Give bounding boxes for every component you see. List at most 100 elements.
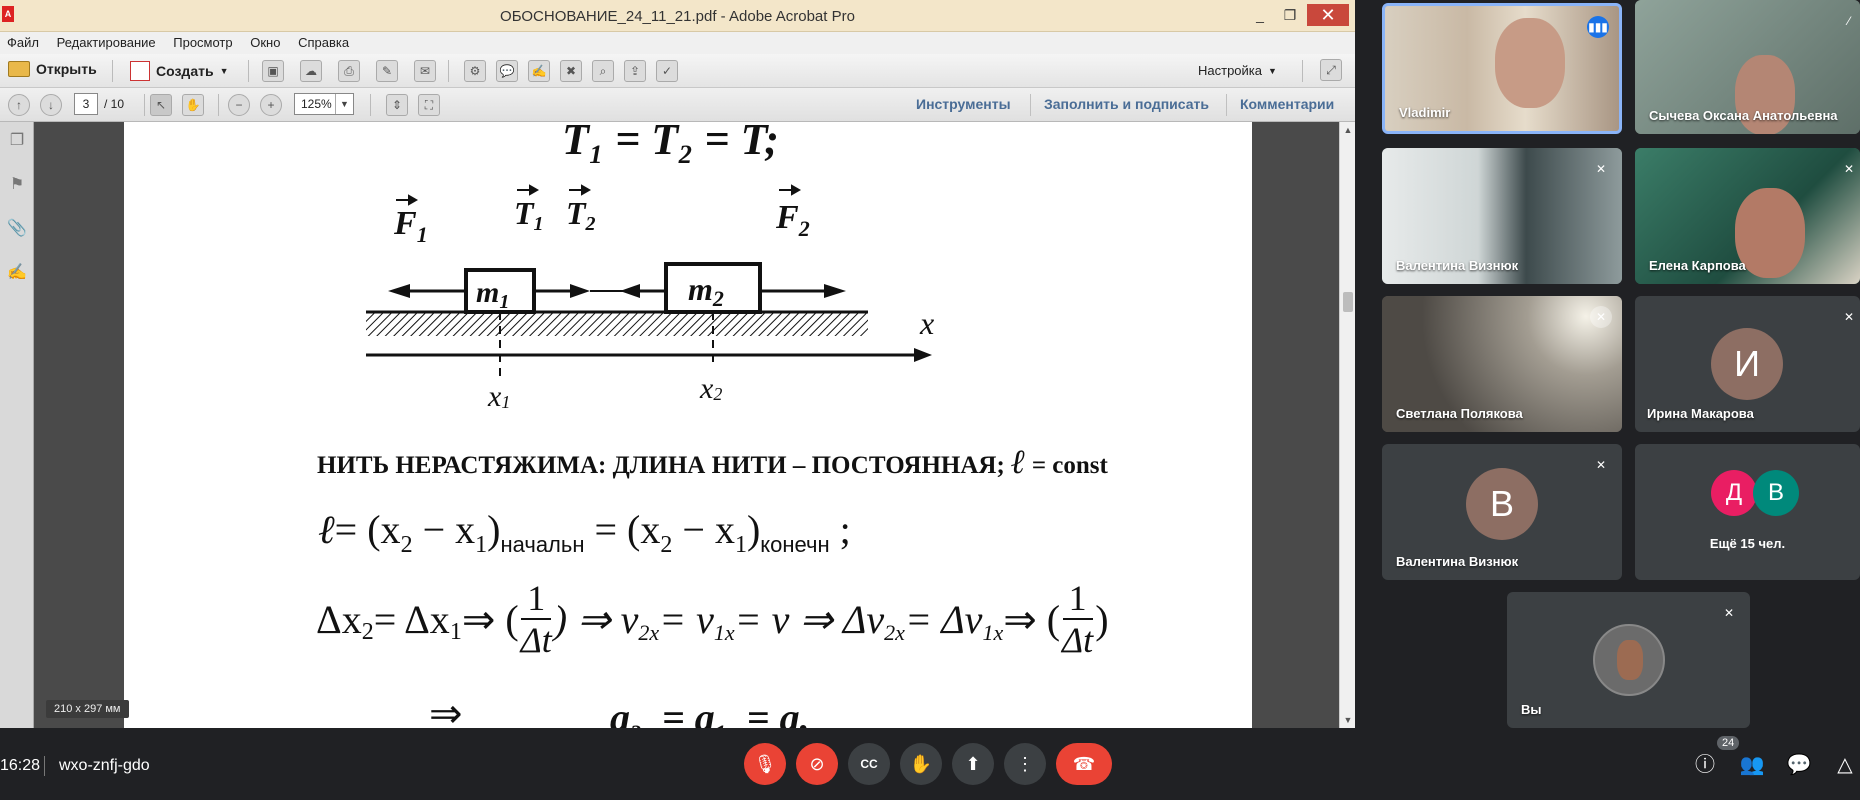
signatures-icon[interactable]: ✍ (7, 262, 27, 284)
menu-view[interactable]: Просмотр (166, 32, 239, 53)
highlight-icon[interactable]: ✍ (528, 60, 550, 82)
more-participants-tile[interactable]: Д В Ещё 15 чел. (1635, 444, 1860, 580)
camera-off-icon[interactable]: ⊘ (796, 743, 838, 785)
sign-icon[interactable]: ✓ (656, 60, 678, 82)
hand-tool-icon[interactable]: ✋ (182, 94, 204, 116)
fit-width-icon[interactable]: ⛶ (418, 94, 440, 116)
forces-diagram: F1 T1 T2 F2 m1 m2 x x1 x2 (366, 184, 934, 410)
comment-icon[interactable]: 💬 (496, 60, 518, 82)
zoom-out-icon[interactable]: − (228, 94, 250, 116)
tension-t2-symbol: T (566, 195, 587, 231)
participant-tile[interactable]: ✕ Светлана Полякова (1382, 296, 1622, 432)
x2-label: x2 (699, 372, 722, 405)
acrobat-window: A ОБОСНОВАНИЕ_24_11_21.pdf - Adobe Acrob… (0, 0, 1355, 728)
attachments-icon[interactable]: 📎 (7, 218, 27, 240)
pane-separator (1226, 94, 1227, 116)
page-size-tooltip: 210 x 297 мм (46, 700, 129, 718)
comments-pane-link[interactable]: Комментарии (1240, 96, 1334, 112)
fill-sign-pane-link[interactable]: Заполнить и подписать (1044, 96, 1209, 112)
zoom-in-icon[interactable]: + (260, 94, 282, 116)
save-icon[interactable]: ▣ (262, 60, 284, 82)
avatar: И (1711, 328, 1783, 400)
self-tile[interactable]: ✕ Вы (1507, 592, 1750, 728)
participant-count-badge: 24 (1717, 736, 1740, 750)
eq-delta-part: ⇒ ( (461, 596, 519, 642)
close-button[interactable]: ✕ (1307, 4, 1349, 26)
present-icon[interactable]: ⬆ (952, 743, 994, 785)
chat-icon[interactable]: 💬 (1786, 752, 1812, 778)
scroll-up-icon[interactable]: ▲ (1340, 122, 1355, 138)
participant-tile[interactable]: И ✕ Ирина Макарова (1635, 296, 1860, 432)
divider (44, 756, 45, 776)
menu-help[interactable]: Справка (291, 32, 356, 53)
eq-length-final: конечн (760, 532, 830, 557)
delta-equation: Δx 2 = Δx 1 ⇒ ( 1 Δt ) ⇒ v 2x = v 1x = v ⇒ Δ… (316, 578, 1109, 660)
tension-equation: T₁ = T₂ = T; (562, 122, 779, 164)
eq-delta-part: = v (659, 596, 714, 642)
gear-icon[interactable]: ⚙ (464, 60, 486, 82)
title-bar: A ОБОСНОВАНИЕ_24_11_21.pdf - Adobe Acrob… (0, 0, 1355, 32)
scroll-down-icon[interactable]: ▼ (1340, 712, 1355, 728)
eq-length-part: − x (672, 507, 735, 552)
export-icon[interactable]: ⇪ (624, 60, 646, 82)
participant-tile[interactable]: В ✕ Валентина Визнюк (1382, 444, 1622, 580)
participant-tile[interactable]: ▮▮▮ Vladimir (1382, 3, 1622, 134)
eq-length-part: ) (487, 507, 501, 552)
eq-delta-sub: 2x (884, 620, 905, 645)
eq-length-initial: начальн (500, 532, 585, 557)
person-silhouette (1495, 18, 1565, 108)
mail-icon[interactable]: ✉ (414, 60, 436, 82)
info-icon[interactable]: ⓘ (1692, 752, 1718, 778)
mic-off-icon: ✕ (1723, 606, 1735, 620)
menu-file[interactable]: Файл (0, 32, 46, 53)
participant-tile[interactable]: ✕ Валентина Визнюк (1382, 148, 1622, 284)
length-equation: ℓ= (x2 − x1)начальн = (x2 − x1)конечн ; (318, 506, 851, 559)
toolbar-separator (1302, 60, 1303, 82)
customize-dropdown[interactable]: Настройка ▼ (1198, 63, 1277, 78)
cloud-upload-icon[interactable]: ☁ (300, 60, 322, 82)
captions-icon[interactable]: CC (848, 743, 890, 785)
next-page-icon[interactable]: ↓ (40, 94, 62, 116)
raise-hand-icon[interactable]: ✋ (900, 743, 942, 785)
acceleration-equation: a2x = a1x = a. (610, 694, 810, 728)
more-vert-icon[interactable]: ⋮ (1004, 743, 1046, 785)
open-button[interactable]: Открыть (8, 61, 97, 77)
activities-icon[interactable]: △ (1832, 752, 1858, 778)
people-icon[interactable]: 👥 (1739, 752, 1765, 778)
create-pdf-icon (130, 61, 150, 81)
maximize-button[interactable]: ❐ (1275, 4, 1305, 26)
page-thumbnails-icon[interactable]: ❐ (7, 130, 27, 152)
menu-edit[interactable]: Редактирование (50, 32, 163, 53)
eq-accel-part: a (610, 695, 630, 728)
mic-off-icon[interactable]: 🎙 (744, 743, 786, 785)
customize-label: Настройка (1198, 63, 1262, 78)
select-cursor-icon[interactable]: ↖ (150, 94, 172, 116)
zoom-select[interactable]: 125% ▼ (294, 93, 354, 115)
scroll-thumb[interactable] (1343, 292, 1353, 312)
chevron-down-icon[interactable]: ▼ (335, 94, 353, 114)
meeting-code: wxo-znfj-gdo (59, 757, 150, 774)
mic-off-icon: ✕ (1843, 310, 1855, 324)
hangup-icon[interactable]: ☎ (1056, 743, 1112, 785)
participant-tile[interactable]: ✕ Елена Карпова (1635, 148, 1860, 284)
prev-page-icon[interactable]: ↑ (8, 94, 30, 116)
force-f1-subscript: 1 (417, 222, 428, 247)
vertical-scrollbar[interactable]: ▲ ▼ (1339, 122, 1355, 728)
print-icon[interactable]: ⎙ (338, 60, 360, 82)
participant-tile[interactable]: ⁄ Сычева Оксана Анатольевна (1635, 0, 1860, 134)
create-button[interactable]: Создать ▼ (130, 61, 229, 81)
eq-delta-sub: 1x (982, 620, 1004, 645)
fit-page-icon[interactable]: ⇕ (386, 94, 408, 116)
tools-pane-link[interactable]: Инструменты (916, 96, 1011, 112)
minimize-button[interactable]: _ (1245, 4, 1275, 26)
edit-icon[interactable]: ✎ (376, 60, 398, 82)
eq-delta-part: ⇒ ( (1003, 596, 1061, 642)
force-f2-subscript: 2 (798, 216, 810, 241)
search-doc-icon[interactable]: ⌕ (592, 60, 614, 82)
menu-window[interactable]: Окно (243, 32, 287, 53)
document-area[interactable]: T₁ = T₂ = T; F1 T1 T2 F2 m1 m2 x x1 x2 Н… (34, 122, 1339, 728)
expand-icon[interactable]: ⤢ (1320, 59, 1342, 81)
delete-page-icon[interactable]: ✖ (560, 60, 582, 82)
bookmarks-icon[interactable]: ⚑ (7, 174, 27, 196)
page-number-input[interactable]: 3 (74, 93, 98, 115)
